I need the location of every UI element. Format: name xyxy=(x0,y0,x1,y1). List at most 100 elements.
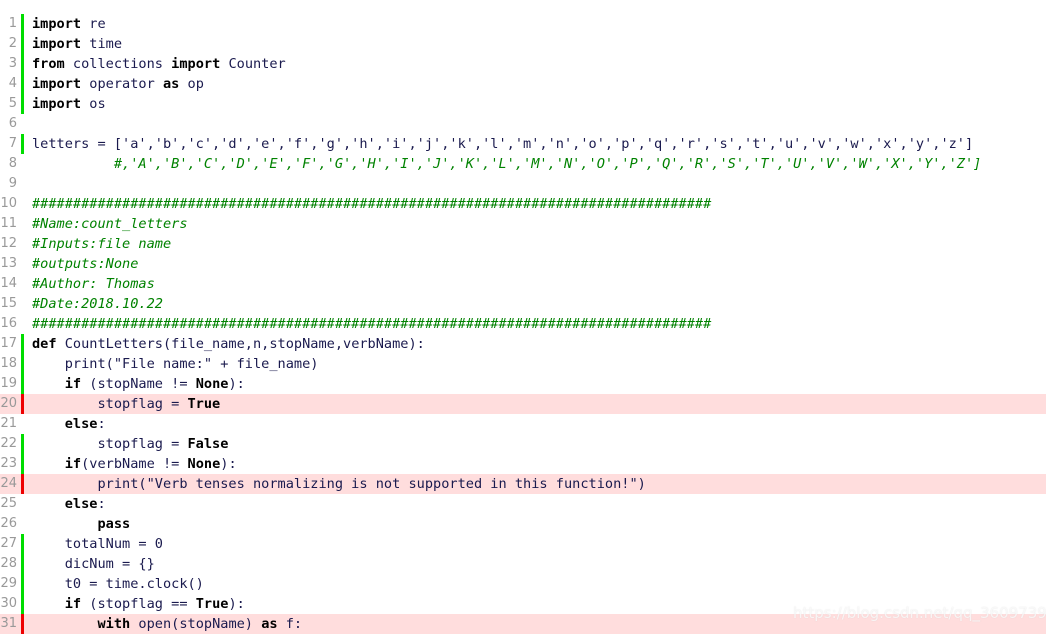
code-line[interactable]: 11 #Name:count_letters xyxy=(0,214,1046,234)
code-line[interactable]: 2 import time xyxy=(0,34,1046,54)
line-number: 31 xyxy=(0,616,17,631)
code-line[interactable]: 19 if (stopName != None): xyxy=(0,374,1046,394)
code-line[interactable]: 5 import os xyxy=(0,94,1046,114)
code-token: (verbName != xyxy=(81,456,188,472)
line-code: totalNum = 0 xyxy=(32,534,163,554)
code-token: dicNum = {} xyxy=(32,556,155,572)
keyword-token: import xyxy=(32,36,82,52)
keyword-token: if xyxy=(64,456,82,472)
line-number: 3 xyxy=(8,56,17,71)
line-number: 14 xyxy=(0,276,17,291)
keyword-token: True xyxy=(195,596,229,612)
line-number: 1 xyxy=(8,16,17,31)
line-code: #Author: Thomas xyxy=(32,274,155,294)
code-line[interactable]: 1 import re xyxy=(0,14,1046,34)
code-line[interactable]: 23 if(verbName != None): xyxy=(0,454,1046,474)
code-line[interactable]: 26 pass xyxy=(0,514,1046,534)
added-line-marker xyxy=(21,554,24,574)
line-number: 18 xyxy=(0,356,17,371)
added-line-marker xyxy=(21,334,24,354)
code-line[interactable]: 13 #outputs:None xyxy=(0,254,1046,274)
line-code: if(verbName != None): xyxy=(32,454,237,474)
code-token: : xyxy=(97,496,106,512)
line-number: 21 xyxy=(0,416,17,431)
code-line[interactable]: 21 else: xyxy=(0,414,1046,434)
line-number: 27 xyxy=(0,536,17,551)
added-line-marker xyxy=(21,434,24,454)
comment-token: #Name:count_letters xyxy=(32,216,188,232)
code-line[interactable]: 16 ######################################… xyxy=(0,314,1046,334)
line-code: import os xyxy=(32,94,106,114)
keyword-token: None xyxy=(195,376,229,392)
removed-line-marker xyxy=(21,474,24,494)
line-code: print("File name:" + file_name) xyxy=(32,354,319,374)
string-token: "File name:" xyxy=(113,356,213,372)
line-number: 2 xyxy=(8,36,17,51)
keyword-token: if xyxy=(64,376,82,392)
code-line[interactable]: 17 def CountLetters(file_name,n,stopName,… xyxy=(0,334,1046,354)
comment-token: #,'A','B','C','D','E','F','G','H','I','J… xyxy=(113,156,982,172)
keyword-token: None xyxy=(187,456,221,472)
code-line[interactable]: 18 print("File name:" + file_name) xyxy=(0,354,1046,374)
code-line[interactable]: 14 #Author: Thomas xyxy=(0,274,1046,294)
line-code: with open(stopName) as f: xyxy=(32,614,302,634)
added-line-marker xyxy=(21,534,24,554)
line-code: else: xyxy=(32,414,106,434)
code-line[interactable]: 15 #Date:2018.10.22 xyxy=(0,294,1046,314)
line-code: import operator as op xyxy=(32,74,204,94)
code-line[interactable]: 12 #Inputs:file name xyxy=(0,234,1046,254)
code-token: ): xyxy=(228,376,245,392)
code-line[interactable]: 29 t0 = time.clock() xyxy=(0,574,1046,594)
code-line[interactable]: 6 xyxy=(0,114,1046,134)
comment-token: #outputs:None xyxy=(32,256,139,272)
line-number: 20 xyxy=(0,396,17,411)
line-number: 8 xyxy=(8,156,17,171)
code-line[interactable]: 20 stopflag = True xyxy=(0,394,1046,414)
code-token: operator xyxy=(81,76,163,92)
comment-token: #Date:2018.10.22 xyxy=(32,296,163,312)
added-line-marker xyxy=(21,594,24,614)
line-code: if (stopName != None): xyxy=(32,374,245,394)
line-number: 4 xyxy=(8,76,17,91)
keyword-token: import xyxy=(32,76,82,92)
code-line[interactable]: 22 stopflag = False xyxy=(0,434,1046,454)
code-line[interactable]: 10 ######################################… xyxy=(0,194,1046,214)
line-number: 19 xyxy=(0,376,17,391)
keyword-token: from xyxy=(32,56,65,72)
code-editor[interactable]: 1 import re 2 import time 3 from collections … xyxy=(0,14,1046,634)
line-code: t0 = time.clock() xyxy=(32,574,204,594)
added-line-marker xyxy=(21,134,24,154)
code-line[interactable]: 28 dicNum = {} xyxy=(0,554,1046,574)
code-line[interactable]: 24 print("Verb tenses normalizing is not… xyxy=(0,474,1046,494)
line-code: #,'A','B','C','D','E','F','G','H','I','J… xyxy=(32,154,982,174)
code-token: print( xyxy=(32,476,147,492)
code-line[interactable]: 8 #,'A','B','C','D','E','F','G','H','I',… xyxy=(0,154,1046,174)
line-code: def CountLetters(file_name,n,stopName,ve… xyxy=(32,334,425,354)
line-number: 30 xyxy=(0,596,17,611)
keyword-token: False xyxy=(187,436,229,452)
keyword-token: import xyxy=(171,56,221,72)
added-line-marker xyxy=(21,34,24,54)
added-line-marker xyxy=(21,54,24,74)
code-line[interactable]: 7 letters = ['a','b','c','d','e','f','g',… xyxy=(0,134,1046,154)
code-token: print( xyxy=(32,356,114,372)
keyword-token: if xyxy=(64,596,82,612)
code-line[interactable]: 25 else: xyxy=(0,494,1046,514)
code-token: (stopName != xyxy=(81,376,196,392)
line-number: 12 xyxy=(0,236,17,251)
code-line[interactable]: 27 totalNum = 0 xyxy=(0,534,1046,554)
removed-line-marker xyxy=(21,614,24,634)
code-line[interactable]: 4 import operator as op xyxy=(0,74,1046,94)
code-line[interactable]: 3 from collections import Counter xyxy=(0,54,1046,74)
code-line[interactable]: 31 with open(stopName) as f: xyxy=(0,614,1046,634)
line-code: else: xyxy=(32,494,106,514)
code-token: Counter xyxy=(220,56,286,72)
code-line[interactable]: 30 if (stopflag == True): xyxy=(0,594,1046,614)
code-line[interactable]: 9 xyxy=(0,174,1046,194)
code-token: ): xyxy=(220,456,237,472)
line-number: 16 xyxy=(0,316,17,331)
code-token: re xyxy=(81,16,106,32)
